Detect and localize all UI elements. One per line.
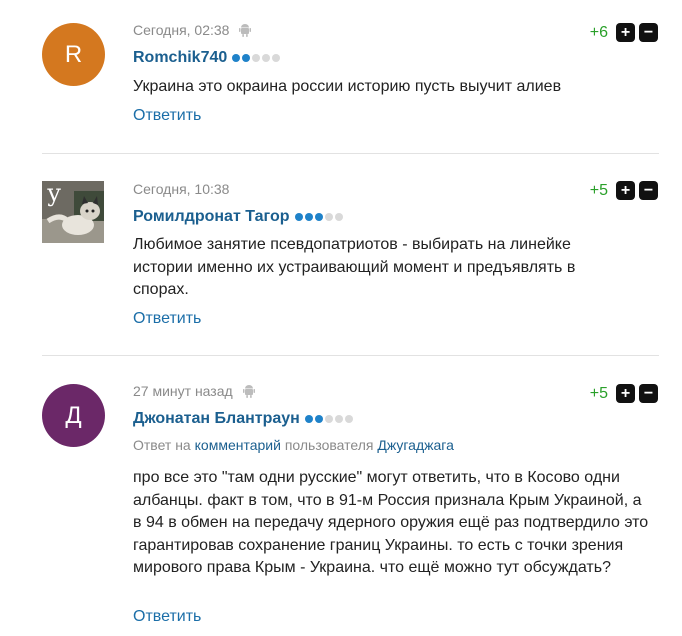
reply-button[interactable]: Ответить — [133, 310, 201, 328]
comment-time: 27 минут назад — [133, 383, 233, 399]
rating-dot — [334, 213, 343, 221]
reply-button[interactable]: Ответить — [133, 608, 201, 626]
comment-score: +6 — [589, 23, 608, 41]
comment-time: Сегодня, 10:38 — [133, 181, 230, 197]
rating-dots — [294, 213, 343, 221]
rating-dot — [232, 54, 241, 62]
comment-text: Украина это окраина россии историю пусть… — [133, 78, 562, 95]
author-row: Romchik740 — [133, 49, 281, 67]
vote-controls: +6 + − — [590, 23, 658, 42]
comment-score: +5 — [589, 181, 608, 199]
reply-button[interactable]: Ответить — [133, 107, 201, 125]
divider — [42, 153, 659, 154]
rating-dot — [314, 415, 323, 423]
vote-controls: +5 + − — [590, 384, 658, 403]
reply-user-link[interactable]: Джугаджага — [377, 437, 454, 453]
avatar-letter: R — [64, 40, 83, 68]
rating-dot — [324, 415, 333, 423]
comment-meta: 27 минут назад — [133, 383, 255, 399]
author-name[interactable]: Romchik740 — [133, 49, 227, 67]
upvote-button[interactable]: + — [616, 181, 635, 200]
rating-dot — [344, 415, 353, 423]
rating-dot — [252, 54, 261, 62]
divider — [42, 355, 659, 356]
comment-time: Сегодня, 02:38 — [133, 22, 230, 38]
vote-controls: +5 + − — [590, 181, 658, 200]
rating-dot — [294, 213, 303, 221]
upvote-button[interactable]: + — [616, 384, 635, 403]
author-name[interactable]: Ромилдронат Тагор — [133, 208, 290, 226]
comment-meta: Сегодня, 10:38 — [133, 181, 229, 197]
avatar[interactable]: Д — [42, 384, 105, 447]
upvote-button[interactable]: + — [616, 23, 635, 42]
reply-comment-link[interactable]: комментарий — [195, 437, 281, 453]
downvote-button[interactable]: − — [639, 384, 658, 403]
rating-dots — [232, 54, 281, 62]
reply-prefix: Ответ на — [133, 437, 191, 453]
avatar[interactable]: у — [42, 181, 104, 243]
rating-dot — [304, 213, 313, 221]
avatar[interactable]: R — [42, 23, 105, 86]
rating-dot — [324, 213, 333, 221]
svg-text:у: у — [47, 181, 61, 207]
comment-text: Любимое занятие псевдопатриотов - выбира… — [133, 236, 576, 298]
reply-context: Ответ на комментарий пользователя Джугад… — [133, 437, 454, 453]
downvote-button[interactable]: − — [639, 23, 658, 42]
rating-dot — [242, 54, 251, 62]
author-row: Ромилдронат Тагор — [133, 208, 343, 226]
android-icon — [239, 24, 252, 37]
reply-mid: пользователя — [284, 437, 374, 453]
rating-dots — [304, 415, 353, 423]
downvote-button[interactable]: − — [639, 181, 658, 200]
comment-text: про все это "там одни русские" могут отв… — [133, 469, 649, 576]
rating-dot — [304, 415, 313, 423]
comment-meta: Сегодня, 02:38 — [133, 22, 252, 38]
comment-score: +5 — [589, 384, 608, 402]
author-name[interactable]: Джонатан Блантраун — [133, 410, 300, 428]
rating-dot — [262, 54, 271, 62]
rating-dot — [314, 213, 323, 221]
rating-dot — [272, 54, 281, 62]
author-row: Джонатан Блантраун — [133, 410, 353, 428]
rating-dot — [334, 415, 343, 423]
android-icon — [242, 385, 255, 398]
avatar-letter: Д — [65, 401, 82, 429]
cat-photo-avatar: у — [42, 181, 104, 243]
